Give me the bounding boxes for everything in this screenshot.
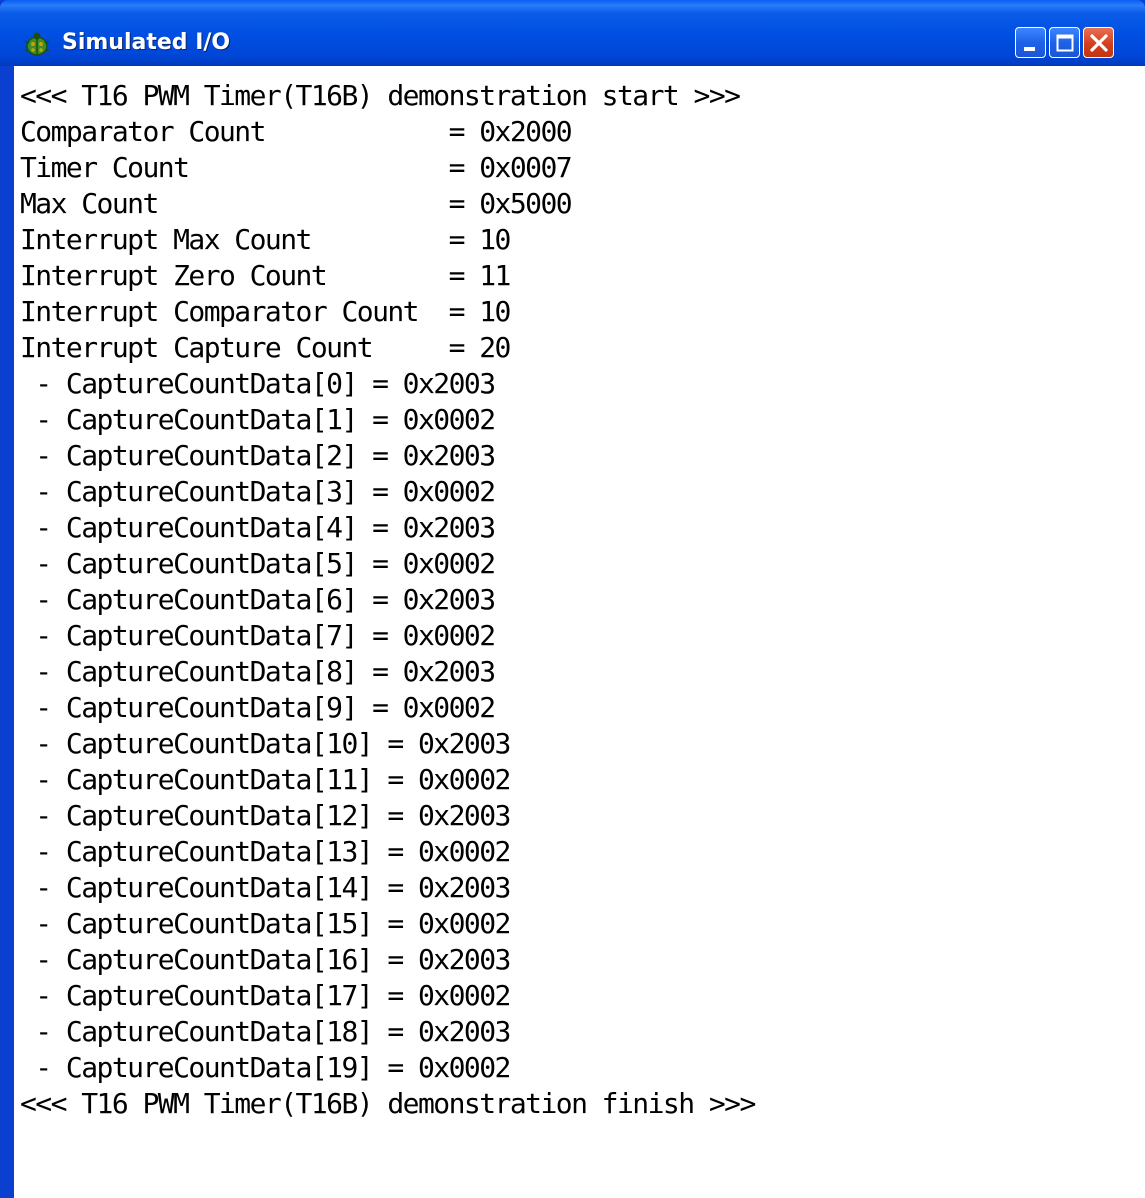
console-line: - CaptureCountData[18] = 0x2003 — [20, 1015, 511, 1048]
close-icon — [1090, 34, 1108, 52]
console-line: - CaptureCountData[19] = 0x0002 — [20, 1051, 511, 1084]
console-line: - CaptureCountData[7] = 0x0002 — [20, 619, 496, 652]
console-line: Max Count = 0x5000 — [20, 187, 573, 220]
console-line: - CaptureCountData[5] = 0x0002 — [20, 547, 496, 580]
ladybug-icon[interactable] — [22, 29, 52, 59]
console-line: - CaptureCountData[1] = 0x0002 — [20, 403, 496, 436]
console-line: - CaptureCountData[0] = 0x2003 — [20, 367, 496, 400]
console-line: - CaptureCountData[13] = 0x0002 — [20, 835, 511, 868]
console-line: - CaptureCountData[14] = 0x2003 — [20, 871, 511, 904]
console-line: <<< T16 PWM Timer(T16B) demonstration fi… — [20, 1087, 756, 1120]
close-button[interactable] — [1083, 27, 1114, 58]
window-title: Simulated I/O — [62, 30, 231, 55]
console-line: Timer Count = 0x0007 — [20, 151, 573, 184]
console-line: Interrupt Comparator Count = 10 — [20, 295, 511, 328]
console-line: - CaptureCountData[9] = 0x0002 — [20, 691, 496, 724]
console-line: - CaptureCountData[17] = 0x0002 — [20, 979, 511, 1012]
console-line: - CaptureCountData[10] = 0x2003 — [20, 727, 511, 760]
minimize-button[interactable] — [1015, 27, 1046, 58]
console-line: Comparator Count = 0x2000 — [20, 115, 573, 148]
console-line: - CaptureCountData[3] = 0x0002 — [20, 475, 496, 508]
maximize-icon — [1056, 34, 1074, 52]
simulated-io-window: Simulated I/O <<< T16 PWM Timer(T16B) de… — [0, 0, 1145, 1198]
console-text: <<< T16 PWM Timer(T16B) demonstration st… — [20, 78, 756, 1122]
console-line: - CaptureCountData[6] = 0x2003 — [20, 583, 496, 616]
console-line: - CaptureCountData[8] = 0x2003 — [20, 655, 496, 688]
console-line: - CaptureCountData[4] = 0x2003 — [20, 511, 496, 544]
console-line: Interrupt Zero Count = 11 — [20, 259, 511, 292]
console-output-area[interactable]: <<< T16 PWM Timer(T16B) demonstration st… — [14, 66, 1145, 1198]
console-line: <<< T16 PWM Timer(T16B) demonstration st… — [20, 79, 741, 112]
title-bar[interactable]: Simulated I/O — [0, 0, 1145, 66]
console-line: - CaptureCountData[12] = 0x2003 — [20, 799, 511, 832]
minimize-icon — [1024, 47, 1035, 51]
console-line: - CaptureCountData[15] = 0x0002 — [20, 907, 511, 940]
console-line: Interrupt Capture Count = 20 — [20, 331, 511, 364]
maximize-button[interactable] — [1049, 27, 1080, 58]
console-line: - CaptureCountData[2] = 0x2003 — [20, 439, 496, 472]
console-line: Interrupt Max Count = 10 — [20, 223, 511, 256]
console-line: - CaptureCountData[16] = 0x2003 — [20, 943, 511, 976]
console-line: - CaptureCountData[11] = 0x0002 — [20, 763, 511, 796]
